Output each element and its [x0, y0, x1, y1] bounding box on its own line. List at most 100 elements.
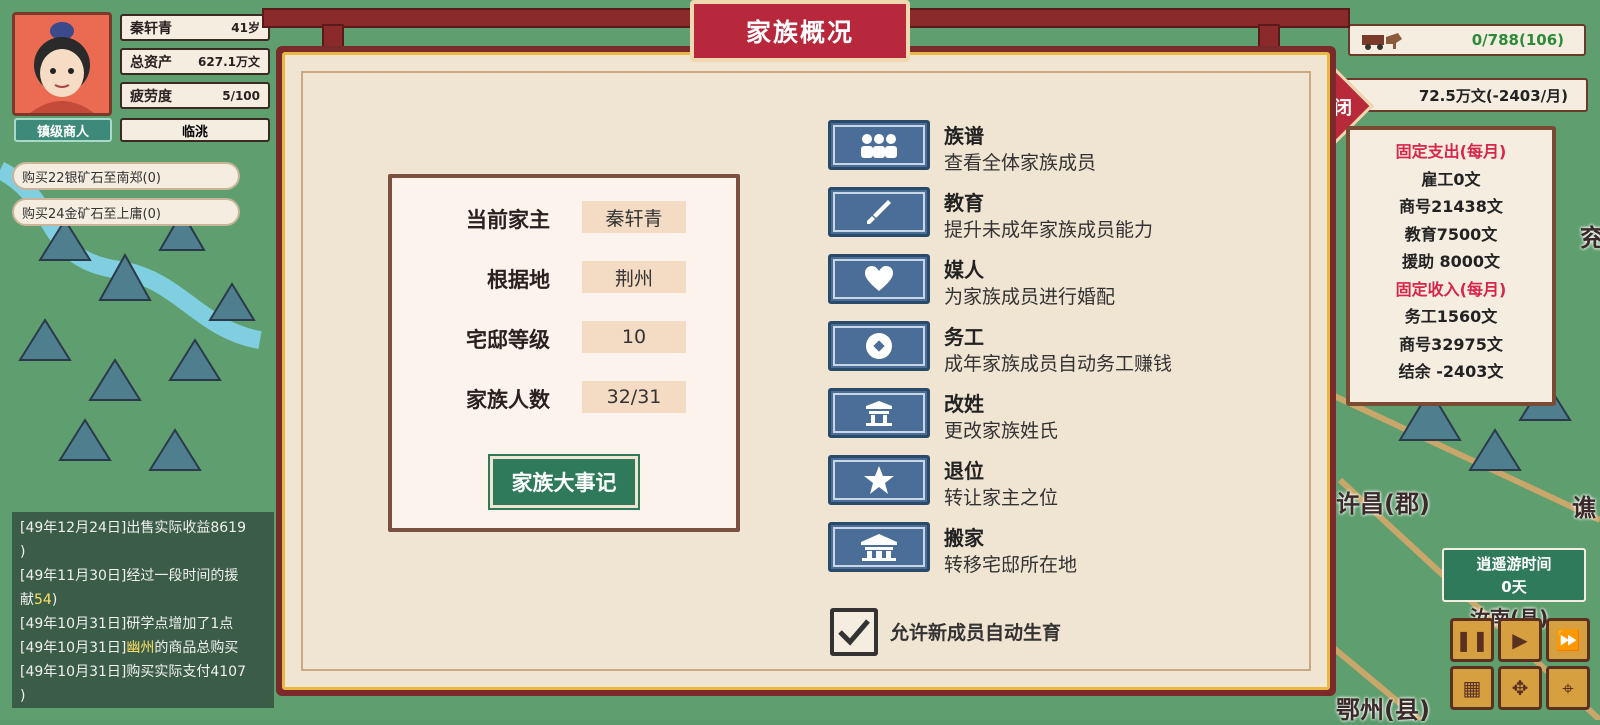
abdicate-button[interactable] — [828, 455, 930, 505]
field-value: 10 — [582, 321, 686, 353]
brush-icon — [867, 200, 891, 224]
log-line: [49年10月31日]购买实际支付4107 — [20, 660, 266, 684]
option-title: 搬家 — [944, 526, 984, 550]
city-label[interactable]: 兖 — [1580, 218, 1600, 253]
pause-button[interactable]: ❚❚ — [1450, 618, 1494, 662]
log-line: [49年10月31日]研学点增加了1点 — [20, 612, 266, 636]
expense-title: 固定支出(每月) — [1395, 142, 1507, 161]
income-item: 结余 -2403文 — [1398, 362, 1504, 381]
expense-item: 商号21438文 — [1399, 197, 1503, 216]
option-title: 媒人 — [944, 258, 984, 282]
log-highlight: 54 — [34, 592, 52, 608]
task-item[interactable]: 购买24金矿石至上庸(0) — [12, 198, 240, 226]
heart-icon — [865, 266, 893, 291]
rename-surname-button[interactable] — [828, 388, 930, 438]
log-highlight: 幽州 — [126, 640, 155, 656]
field-value: 荆州 — [582, 261, 686, 293]
option-desc: 转移宅邸所在地 — [944, 554, 1078, 576]
task-item[interactable]: 购买22银矿石至南郑(0) — [12, 162, 240, 190]
field-label: 当前家主 — [466, 208, 550, 232]
log-text: 献 — [20, 592, 34, 608]
player-age: 41岁 — [231, 21, 260, 35]
location-button[interactable]: ⌖ — [1546, 666, 1590, 710]
log-text: [49年12月24日]出售实际收益8619 — [20, 520, 246, 536]
rank-badge[interactable]: 镇级商人 — [14, 118, 112, 142]
shrine-icon — [866, 401, 892, 426]
assets-row: 总资产 627.1万文 — [120, 48, 270, 75]
option-desc: 更改家族姓氏 — [944, 420, 1059, 442]
log-text: [49年10月31日]研学点增加了1点 — [20, 616, 234, 632]
family-events-button[interactable]: 家族大事记 — [488, 454, 640, 510]
log-line: ) — [20, 540, 266, 564]
field-label: 家族人数 — [466, 388, 550, 412]
log-line: 献54) — [20, 588, 266, 612]
option-title: 务工 — [944, 325, 984, 349]
log-text: [49年10月31日] — [20, 640, 127, 656]
star-icon — [864, 466, 894, 494]
auto-birth-checkbox[interactable] — [830, 608, 878, 656]
family-icon — [861, 134, 897, 158]
log-text: ) — [20, 544, 26, 560]
education-button[interactable] — [828, 187, 930, 237]
player-name: 秦轩青 — [130, 20, 172, 37]
genealogy-button[interactable] — [828, 120, 930, 170]
log-text: ) — [51, 592, 58, 608]
play-icon: ▶ — [1512, 628, 1528, 652]
footprints-button[interactable]: ✥ — [1498, 666, 1542, 710]
cargo-capacity[interactable]: 0/788(106) — [1348, 24, 1586, 56]
free-time-panel: 逍遥游时间 0天 — [1442, 548, 1586, 602]
field-value: 32/31 — [582, 381, 686, 413]
expense-item: 雇工0文 — [1421, 169, 1481, 189]
log-text: 的商品总购买 — [154, 640, 239, 656]
location-pin-icon: ⌖ — [1562, 676, 1574, 700]
map-button[interactable]: ▦ — [1450, 666, 1494, 710]
expense-item: 教育7500文 — [1404, 224, 1498, 244]
cart-icon — [1360, 29, 1404, 51]
field-value: 秦轩青 — [582, 201, 686, 233]
fast-forward-icon: ⏩ — [1555, 628, 1581, 652]
auto-birth-label[interactable]: 允许新成员自动生育 — [890, 618, 1061, 645]
option-title: 退位 — [944, 459, 984, 483]
option-desc: 查看全体家族成员 — [944, 152, 1097, 174]
option-desc: 提升未成年家族成员能力 — [944, 219, 1154, 241]
free-time-label: 逍遥游时间 — [1476, 555, 1552, 573]
option-title: 改姓 — [944, 392, 984, 416]
fatigue-value: 5/100 — [222, 88, 260, 103]
assets-label: 总资产 — [130, 54, 172, 71]
dialog-title: 家族概况 — [690, 0, 910, 62]
player-portrait[interactable] — [12, 12, 112, 116]
matchmaker-button[interactable] — [828, 254, 930, 304]
option-desc: 成年家族成员自动务工赚钱 — [944, 353, 1173, 375]
log-line: ) — [20, 684, 266, 708]
free-time-value: 0天 — [1501, 578, 1527, 596]
current-town[interactable]: 临洮 — [120, 118, 270, 142]
play-button[interactable]: ▶ — [1498, 618, 1542, 662]
city-label[interactable]: 许昌(郡) — [1336, 484, 1430, 519]
option-desc: 转让家主之位 — [944, 487, 1059, 509]
move-house-button[interactable] — [828, 522, 930, 572]
log-text: ) — [20, 688, 26, 704]
event-log[interactable]: [49年12月24日]出售实际收益8619) [49年11月30日]经过一段时间的… — [12, 512, 274, 708]
assets-value: 627.1万文 — [198, 55, 260, 69]
expense-item: 援助 8000文 — [1401, 252, 1501, 271]
option-title: 教育 — [944, 191, 984, 215]
map-icon: ▦ — [1462, 676, 1482, 700]
income-item: 务工1560文 — [1404, 307, 1498, 326]
log-text: [49年11月30日]经过一段时间的援 — [20, 568, 239, 584]
field-label: 宅邸等级 — [466, 328, 550, 352]
log-line: [49年11月30日]经过一段时间的援 — [20, 564, 266, 588]
cargo-value: 0/788(106) — [1471, 31, 1564, 49]
work-button[interactable] — [828, 321, 930, 371]
checkmark-icon — [838, 619, 870, 646]
player-name-row: 秦轩青 41岁 — [120, 14, 270, 41]
fast-forward-button[interactable]: ⏩ — [1546, 618, 1590, 662]
log-text: [49年10月31日]购买实际支付4107 — [20, 664, 246, 680]
option-title: 族谱 — [944, 124, 984, 148]
pause-icon: ❚❚ — [1455, 628, 1489, 652]
house-icon — [861, 534, 897, 561]
log-line: [49年10月31日]幽州的商品总购买 — [20, 636, 266, 660]
log-line: [49年12月24日]出售实际收益8619 — [20, 516, 266, 540]
footprints-icon: ✥ — [1511, 676, 1529, 700]
field-label: 根据地 — [487, 268, 550, 292]
city-label[interactable]: 谯 — [1572, 488, 1596, 523]
